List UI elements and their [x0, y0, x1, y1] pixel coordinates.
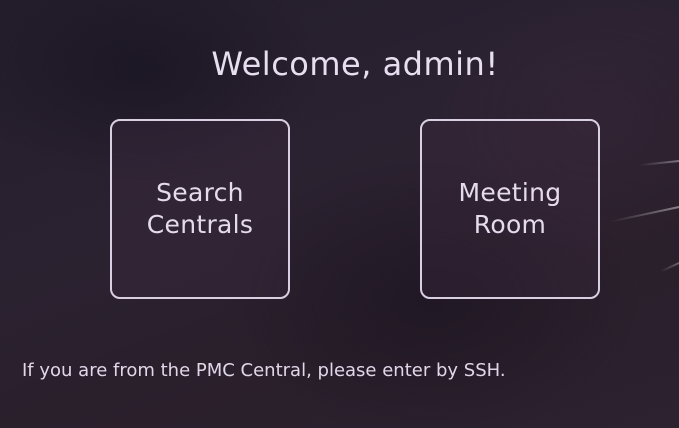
ssh-notice: If you are from the PMC Central, please …	[22, 360, 506, 381]
light-streak	[660, 262, 679, 273]
light-streak	[639, 160, 679, 167]
search-centrals-label: Search Centrals	[146, 178, 254, 239]
meeting-room-label: Meeting Room	[458, 178, 562, 239]
meeting-room-button[interactable]: Meeting Room	[420, 119, 600, 299]
search-centrals-button[interactable]: Search Centrals	[110, 119, 290, 299]
light-streak	[610, 206, 679, 223]
welcome-heading: Welcome, admin!	[211, 45, 499, 83]
